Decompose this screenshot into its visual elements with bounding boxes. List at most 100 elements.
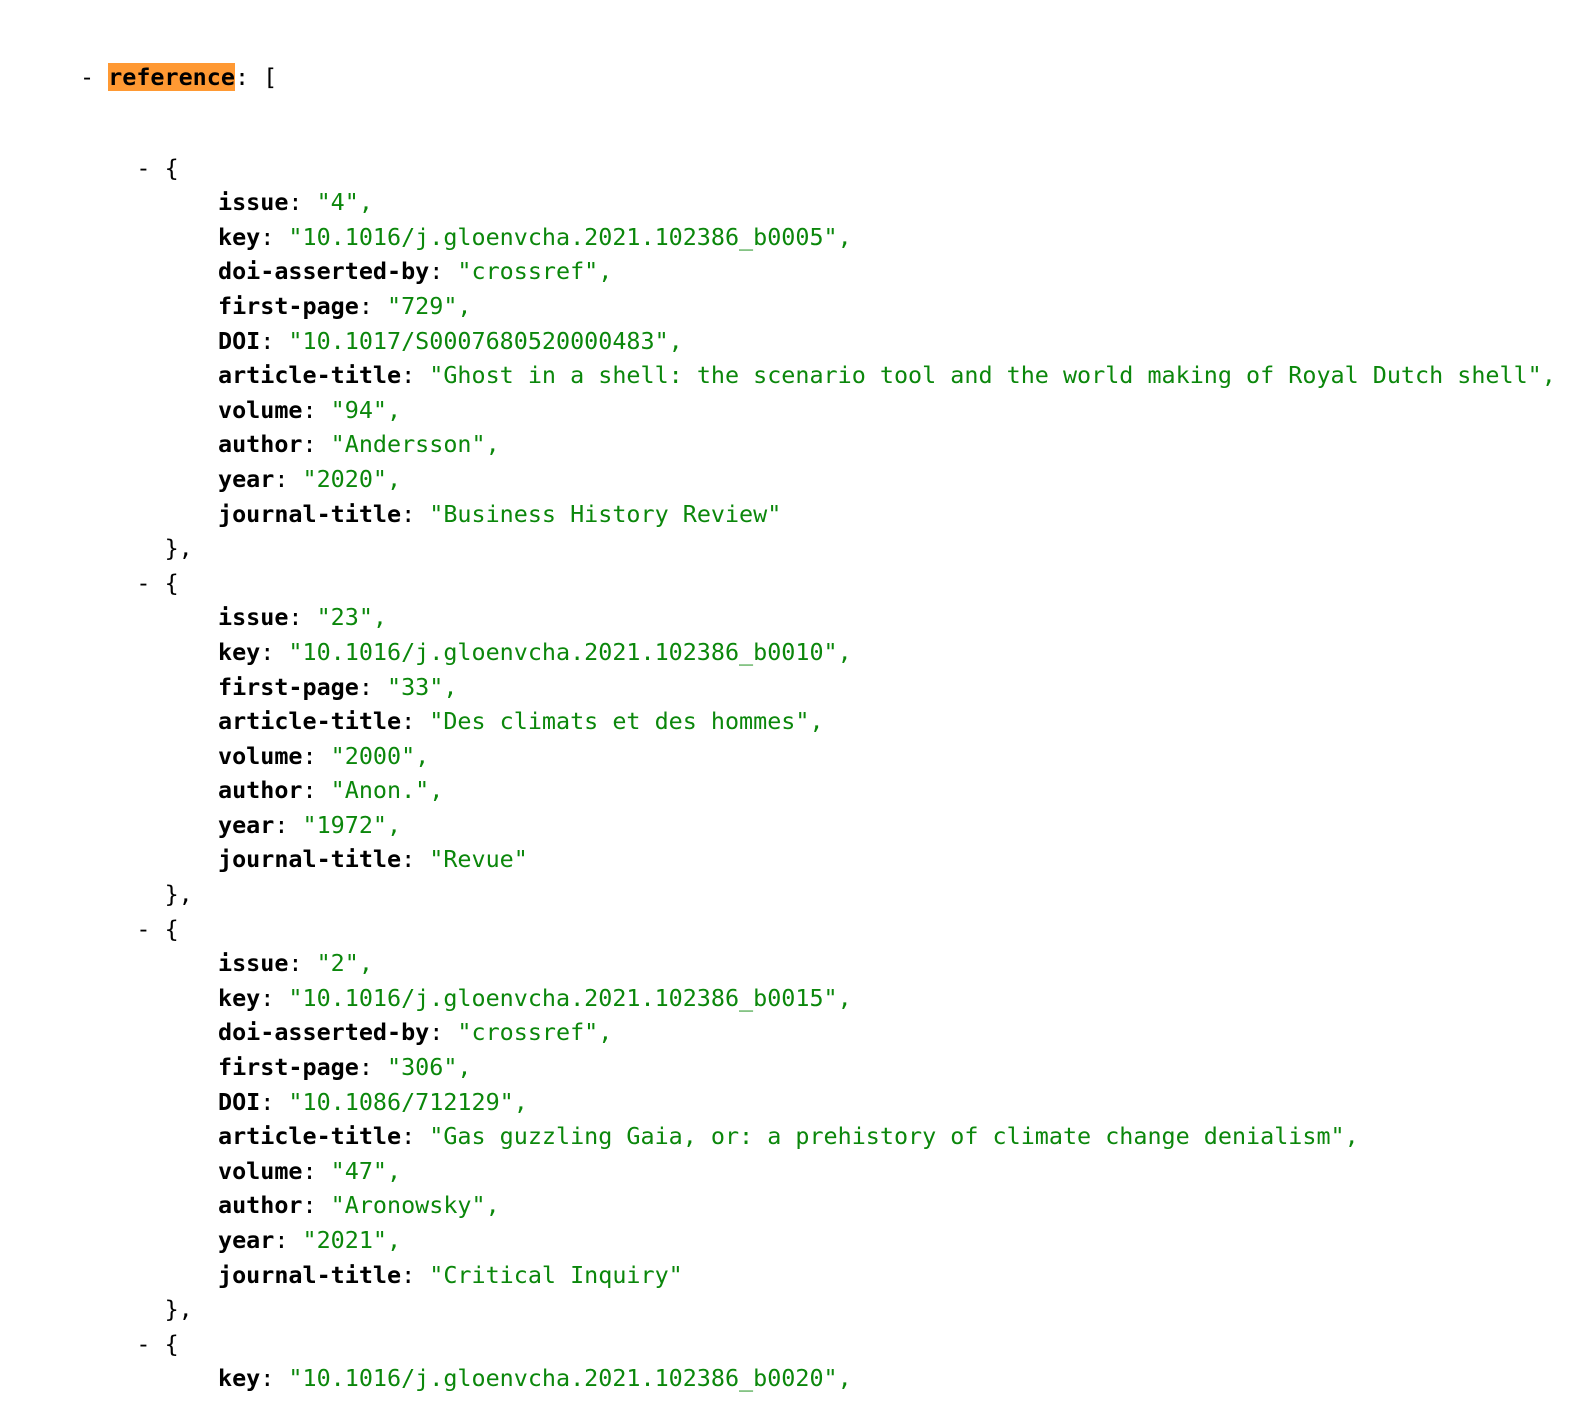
json-viewer: - reference: [ - {issue: "4", key: "10.10…: [80, 4, 1556, 1424]
field-key: article-title: [218, 707, 402, 736]
field-value: "94",: [330, 395, 402, 424]
field-row: issue: "23",: [80, 600, 1556, 635]
field-value: "Business History Review": [429, 499, 782, 528]
field-key: author: [218, 776, 303, 805]
object-open-line: - {: [80, 1327, 1556, 1362]
field-value: "306",: [387, 1053, 472, 1082]
field-value: "1972",: [302, 810, 402, 839]
collapse-toggle[interactable]: -: [136, 569, 150, 597]
colon: :: [288, 603, 317, 632]
field-row: journal-title: "Business History Review": [80, 497, 1556, 532]
field-value: "crossref",: [457, 1018, 613, 1047]
field-row: volume: "2000",: [80, 739, 1556, 774]
field-key: key: [218, 637, 261, 666]
collapse-toggle[interactable]: -: [136, 915, 150, 943]
field-key: first-page: [218, 1053, 359, 1082]
colon: :: [401, 845, 430, 874]
field-key: issue: [218, 188, 289, 217]
field-key: journal-title: [218, 845, 402, 874]
field-row: year: "2021",: [80, 1223, 1556, 1258]
array-open-bracket: [: [263, 63, 278, 91]
colon: :: [260, 983, 289, 1012]
object-open-brace: {: [164, 153, 179, 182]
field-value: "Revue": [429, 845, 528, 874]
field-value: "47",: [330, 1156, 402, 1185]
colon: :: [401, 707, 430, 736]
reference-key-highlighted: reference: [108, 63, 235, 91]
field-key: DOI: [218, 1087, 261, 1116]
field-value: "10.1016/j.gloenvcha.2021.102386_b0015",: [288, 983, 852, 1012]
field-row: author: "Andersson",: [80, 427, 1556, 462]
colon: :: [429, 1018, 458, 1047]
colon: :: [302, 776, 331, 805]
field-value: "Andersson",: [330, 430, 500, 459]
colon: :: [288, 949, 317, 978]
field-value: "Ghost in a shell: the scenario tool and…: [429, 361, 1556, 390]
field-value: "10.1016/j.gloenvcha.2021.102386_b0010",: [288, 637, 852, 666]
field-value: "Aronowsky",: [330, 1191, 500, 1220]
object-close-line: },: [80, 531, 1556, 566]
colon: :: [358, 672, 387, 701]
field-row: key: "10.1016/j.gloenvcha.2021.102386_b0…: [80, 220, 1556, 255]
object-close-line: },: [80, 1292, 1556, 1327]
field-row: author: "Aronowsky",: [80, 1188, 1556, 1223]
field-row: author: "Anon.",: [80, 773, 1556, 808]
field-value: "10.1016/j.gloenvcha.2021.102386_b0020",: [288, 1364, 852, 1393]
colon: :: [302, 1156, 331, 1185]
reference-array-line: - reference: [: [80, 60, 1556, 95]
colon: :: [401, 1260, 430, 1289]
field-key: issue: [218, 603, 289, 632]
field-value: "Des climats et des hommes",: [429, 707, 824, 736]
field-value: "2000",: [330, 741, 430, 770]
field-row: issue: "2",: [80, 946, 1556, 981]
field-row: doi-asserted-by: "crossref",: [80, 254, 1556, 289]
field-row: volume: "94",: [80, 393, 1556, 428]
reference-items: - {issue: "4", key: "10.1016/j.gloenvcha.…: [80, 151, 1556, 1396]
field-row: journal-title: "Revue": [80, 842, 1556, 877]
colon: :: [260, 637, 289, 666]
object-open-brace: {: [164, 1329, 179, 1358]
colon: :: [358, 1053, 387, 1082]
colon: :: [288, 188, 317, 217]
collapse-toggle[interactable]: -: [80, 63, 94, 91]
field-row: journal-title: "Critical Inquiry": [80, 1258, 1556, 1293]
field-value: "Gas guzzling Gaia, or: a prehistory of …: [429, 1122, 1359, 1151]
field-row: article-title: "Ghost in a shell: the sc…: [80, 358, 1556, 393]
colon: :: [274, 810, 303, 839]
colon: :: [302, 1191, 331, 1220]
field-key: doi-asserted-by: [218, 1018, 430, 1047]
colon: :: [429, 257, 458, 286]
collapse-toggle[interactable]: -: [136, 154, 150, 182]
field-key: journal-title: [218, 499, 402, 528]
colon: :: [260, 1364, 289, 1393]
field-value: "Anon.",: [330, 776, 444, 805]
colon: :: [260, 1087, 289, 1116]
field-key: key: [218, 983, 261, 1012]
field-row: key: "10.1016/j.gloenvcha.2021.102386_b0…: [80, 635, 1556, 670]
field-key: first-page: [218, 291, 359, 320]
field-row: issue: "4",: [80, 185, 1556, 220]
field-key: author: [218, 430, 303, 459]
object-open-brace: {: [164, 568, 179, 597]
field-value: "2021",: [302, 1226, 402, 1254]
field-row: DOI: "10.1086/712129",: [80, 1085, 1556, 1120]
field-value: "crossref",: [457, 257, 613, 286]
field-value: "10.1086/712129",: [288, 1087, 528, 1116]
colon: :: [274, 1226, 303, 1254]
colon: :: [401, 361, 430, 390]
field-value: "2",: [316, 949, 373, 978]
colon: :: [260, 326, 289, 355]
field-key: volume: [218, 1156, 303, 1185]
field-key: year: [218, 810, 275, 839]
field-value: "33",: [387, 672, 458, 701]
object-open-line: - {: [80, 566, 1556, 601]
colon: :: [302, 395, 331, 424]
field-key: key: [218, 222, 261, 251]
collapse-toggle[interactable]: -: [136, 1330, 150, 1358]
field-key: first-page: [218, 672, 359, 701]
colon: :: [274, 464, 303, 493]
field-row: first-page: "729",: [80, 289, 1556, 324]
field-value: "729",: [387, 291, 472, 320]
field-row: DOI: "10.1017/S0007680520000483",: [80, 324, 1556, 359]
field-row: first-page: "306",: [80, 1050, 1556, 1085]
